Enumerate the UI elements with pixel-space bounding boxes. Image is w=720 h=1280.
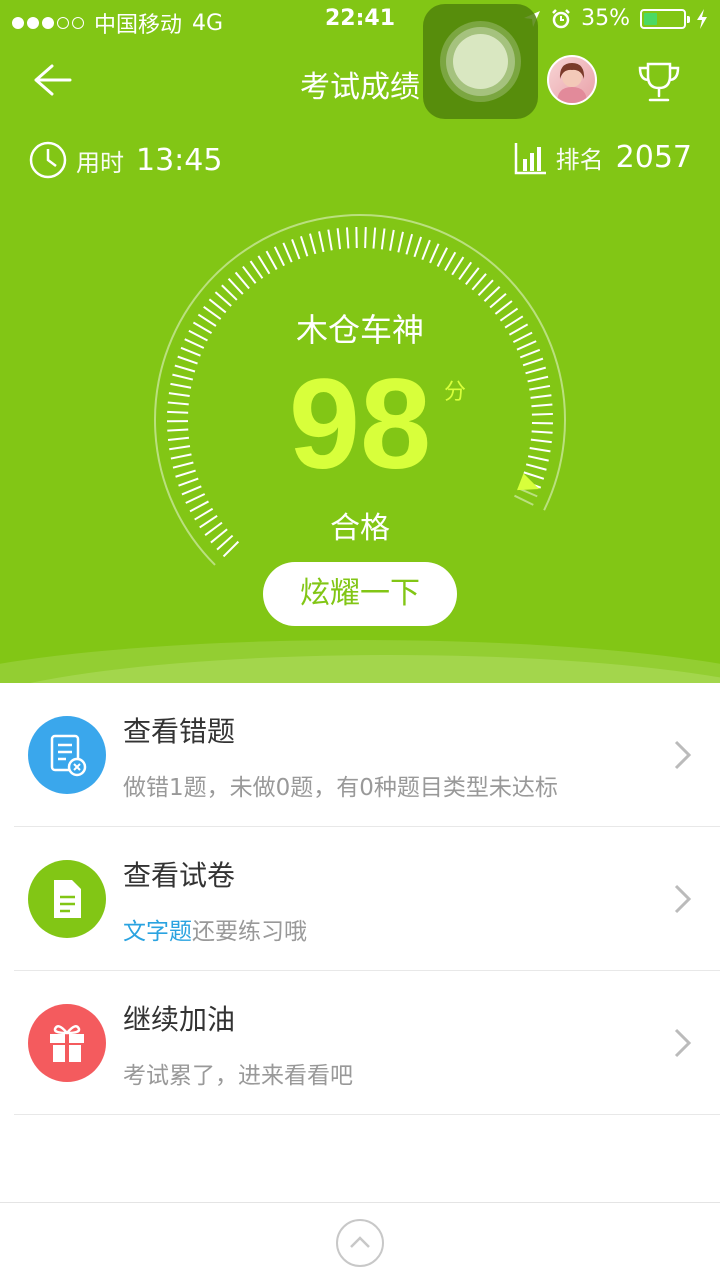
- gauge-tick: [421, 239, 431, 261]
- gauge-tick: [308, 233, 317, 255]
- gauge-tick: [429, 243, 440, 264]
- list-item-title: 继续加油: [123, 1003, 236, 1036]
- list-item-view-paper[interactable]: 查看试卷 文字题还要练习哦: [14, 827, 720, 971]
- gauge-tick: [257, 255, 271, 275]
- clock-icon: [29, 141, 67, 179]
- gauge-tick: [234, 271, 250, 290]
- gauge-tick: [364, 227, 367, 249]
- wrong-questions-icon: [28, 716, 106, 794]
- pass-result: 合格: [330, 511, 390, 546]
- list-item-title: 查看试卷: [123, 859, 236, 892]
- list-item-wrong-questions[interactable]: 查看错题 做错1题，未做0题，有0种题目类型未达标: [14, 683, 720, 827]
- score-value: 98: [288, 353, 432, 496]
- time-used-stat: 用时 13:45: [28, 140, 222, 180]
- battery-icon: [640, 8, 690, 29]
- bottom-divider: [0, 1202, 720, 1203]
- list-item-title: 查看错题: [123, 715, 236, 748]
- gauge-tick: [345, 227, 350, 249]
- gauge-tick: [299, 235, 309, 257]
- assistive-touch-button[interactable]: [423, 4, 538, 119]
- gauge-tick: [397, 231, 404, 253]
- chevron-up-icon: [350, 1236, 370, 1248]
- time-used-value: 13:45: [136, 142, 223, 178]
- gauge-tick: [380, 228, 386, 250]
- gauge-tick: [483, 286, 501, 303]
- rank-label: 排名: [555, 146, 604, 174]
- score-unit: 分: [444, 380, 467, 405]
- gauge-tick: [436, 247, 448, 267]
- weak-topic-link[interactable]: 文字题: [123, 919, 192, 945]
- action-list: 查看错题 做错1题，未做0题，有0种题目类型未达标 查看试卷 文字题还要练习哦 …: [0, 683, 720, 1115]
- gauge-tick: [327, 229, 333, 251]
- gift-icon: [28, 1004, 106, 1082]
- list-item-subtitle-text: 还要练习哦: [192, 919, 307, 945]
- charging-bolt-icon: [697, 8, 707, 29]
- page-title: 考试成绩: [300, 70, 420, 105]
- gauge-tick: [372, 227, 377, 249]
- gauge-tick: [413, 236, 423, 258]
- avatar[interactable]: [547, 55, 597, 105]
- gauge-tick: [471, 273, 487, 291]
- gauge-tick: [318, 231, 325, 253]
- gauge-tick: [214, 291, 232, 307]
- gauge-tick: [273, 246, 285, 267]
- trophy-icon[interactable]: [636, 60, 682, 104]
- gauge-tick: [458, 261, 473, 281]
- document-icon: [28, 860, 106, 938]
- scroll-up-button[interactable]: [336, 1219, 384, 1267]
- gauge-tick: [389, 229, 395, 251]
- gauge-tick: [242, 265, 257, 284]
- list-item-subtitle: 做错1题，未做0题，有0种题目类型未达标: [123, 775, 558, 801]
- gauge-tick: [185, 493, 206, 504]
- rank-stat: 排名 2057: [514, 140, 692, 175]
- chevron-right-icon: [674, 1028, 692, 1058]
- driver-title: 木仓车神: [295, 311, 424, 349]
- alarm-clock-icon: [552, 8, 570, 28]
- gauge-tick: [282, 242, 293, 263]
- list-item-keep-going[interactable]: 继续加油 考试累了，进来看看吧: [14, 971, 720, 1115]
- list-item-subtitle: 文字题还要练习哦: [123, 912, 307, 946]
- gauge-tick: [336, 228, 342, 250]
- chevron-right-icon: [674, 884, 692, 914]
- chevron-right-icon: [674, 740, 692, 770]
- gauge-tick: [221, 284, 238, 301]
- gauge-tick: [227, 278, 244, 295]
- share-button[interactable]: 炫耀一下: [263, 562, 457, 626]
- gauge-tick: [265, 250, 278, 271]
- gauge-tick: [444, 251, 457, 271]
- status-bar: 中国移动 4G 22:41 35%: [0, 0, 720, 40]
- gauge-tick: [451, 256, 465, 276]
- rank-value: 2057: [615, 140, 692, 175]
- gauge-tick: [405, 233, 414, 255]
- battery-percent: 35%: [581, 6, 630, 31]
- gauge-tick: [465, 267, 480, 286]
- bar-chart-icon: [514, 142, 546, 174]
- gauge-tick: [249, 260, 264, 279]
- score-header: 中国移动 4G 22:41 35% 考试成绩 用时 13:45 排名 2057 …: [0, 0, 720, 683]
- list-item-subtitle: 考试累了，进来看看吧: [123, 1063, 353, 1089]
- time-used-label: 用时: [76, 148, 124, 177]
- gauge-tick: [477, 279, 494, 297]
- gauge-tick: [291, 239, 301, 260]
